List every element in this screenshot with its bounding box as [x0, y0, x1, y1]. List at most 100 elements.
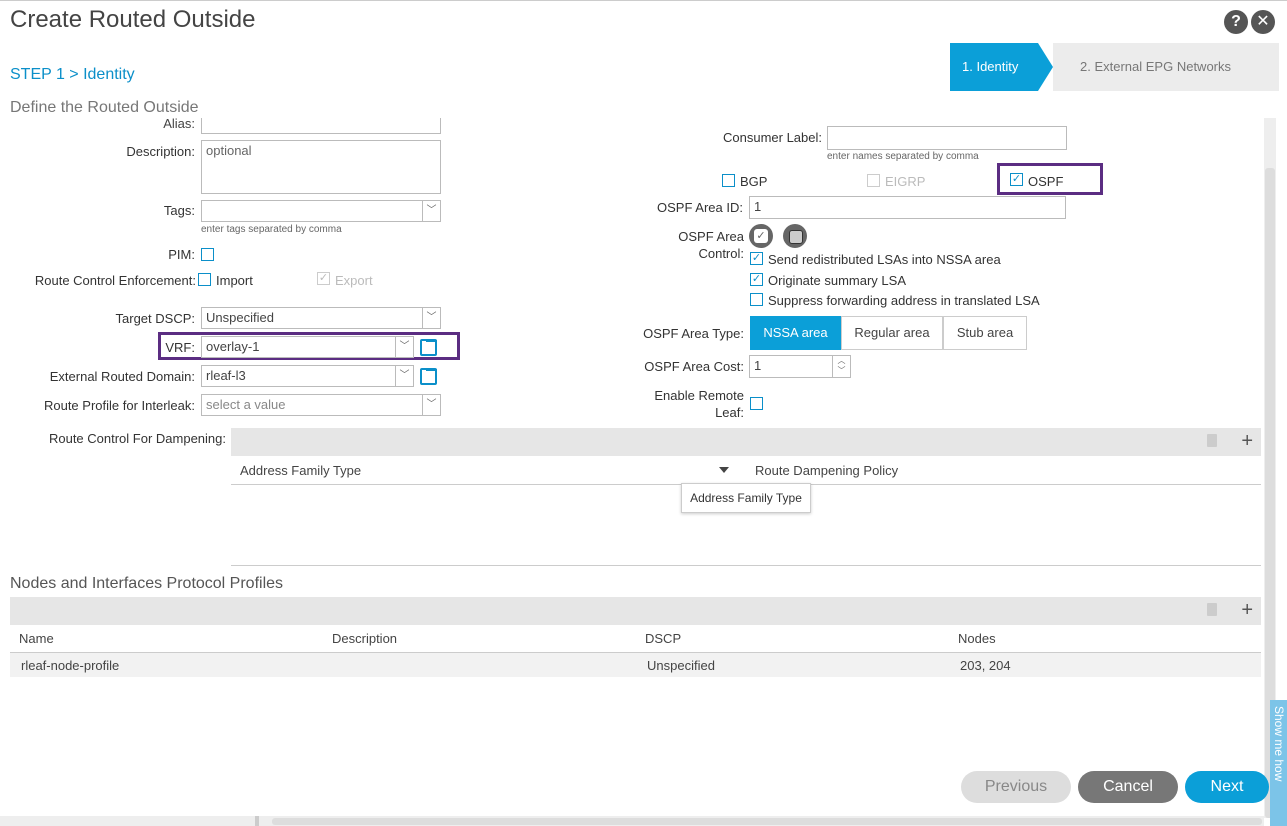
erd-select[interactable]: rleaf-l3 ﹀ — [201, 365, 414, 387]
section-subtitle: Define the Routed Outside — [10, 99, 199, 116]
form-scroll-area: Alias: — [0, 118, 1287, 818]
cancel-button[interactable]: Cancel — [1078, 771, 1178, 803]
ospf-checkbox[interactable] — [1010, 173, 1023, 186]
help-icon[interactable]: ? — [1224, 10, 1248, 34]
ctrl-suppress-fa-label: Suppress forwarding address in translate… — [768, 293, 1040, 308]
ospf-area-control-label-2: Control: — [698, 246, 744, 261]
row-dscp: Unspecified — [647, 658, 715, 673]
chevron-down-icon[interactable]: ﹀ — [422, 395, 440, 415]
wizard-tab-identity[interactable]: 1. Identity — [950, 43, 1038, 91]
top-border — [0, 0, 1287, 1]
next-button[interactable]: Next — [1185, 771, 1269, 803]
description-input[interactable]: optional — [201, 140, 441, 194]
consumer-hint: enter names separated by comma — [827, 151, 979, 162]
wizard-tab-external-epg[interactable]: 2. External EPG Networks — [1053, 43, 1279, 91]
ctrl-send-redistributed-label: Send redistributed LSAs into NSSA area — [768, 252, 1001, 267]
tags-hint: enter tags separated by comma — [201, 224, 342, 235]
ospf-label: OSPF — [1028, 174, 1064, 189]
tooltip: Address Family Type — [681, 483, 811, 513]
target-dscp-value: Unspecified — [206, 310, 274, 325]
rce-export-checkbox — [317, 272, 330, 285]
previous-button[interactable]: Previous — [961, 771, 1071, 803]
add-icon[interactable]: + — [1241, 599, 1253, 622]
ctrl-send-redistributed-checkbox[interactable] — [750, 252, 763, 265]
pim-checkbox[interactable] — [201, 248, 214, 261]
rcd-label: Route Control For Dampening: — [48, 431, 226, 446]
remote-leaf-label: Enable Remote — [654, 388, 744, 403]
ospf-area-cost-label: OSPF Area Cost: — [644, 359, 744, 374]
ospf-area-cost-value: 1 — [754, 358, 762, 373]
ospf-area-type-label: OSPF Area Type: — [643, 326, 744, 341]
open-vrf-icon[interactable] — [420, 339, 437, 356]
bgp-label: BGP — [740, 174, 768, 189]
remote-leaf-label-2: Leaf: — [715, 405, 744, 420]
area-type-regular[interactable]: Regular area — [841, 316, 943, 350]
description-label: Description: — [126, 144, 195, 159]
row-nodes: 203, 204 — [960, 658, 1011, 673]
row-name: rleaf-node-profile — [21, 658, 120, 673]
rpi-placeholder: select a value — [206, 397, 286, 412]
ospf-area-cost-input[interactable]: 1 ︿ ﹀ — [749, 355, 851, 378]
wizard-arrow — [1038, 43, 1053, 91]
chevron-down-icon[interactable]: ﹀ — [422, 308, 440, 328]
chevron-down-icon[interactable]: ﹀ — [422, 201, 440, 221]
nodes-toolbar: + — [10, 597, 1261, 625]
area-type-stub[interactable]: Stub area — [943, 316, 1027, 350]
step-label: STEP 1 > Identity — [10, 66, 135, 83]
page-title: Create Routed Outside — [10, 6, 256, 33]
rce-import-checkbox[interactable] — [198, 273, 211, 286]
remote-leaf-checkbox[interactable] — [750, 397, 763, 410]
scrollbar-thumb[interactable] — [272, 818, 1262, 825]
show-me-how-tab[interactable]: Show me how — [1270, 700, 1287, 826]
rce-label: Route Control Enforcement: — [34, 273, 196, 288]
ctrl-originate-summary-checkbox[interactable] — [750, 273, 763, 286]
stepper-icon[interactable]: ︿ ﹀ — [832, 356, 850, 377]
col-description[interactable]: Description — [332, 631, 397, 646]
trash-icon[interactable] — [1207, 434, 1217, 447]
splitter-handle[interactable] — [255, 816, 259, 826]
vrf-value: overlay-1 — [206, 339, 260, 354]
tags-label: Tags: — [163, 203, 195, 218]
ospf-area-control-label: OSPF Area — [678, 229, 744, 244]
show-me-how-label: Show me how — [1272, 706, 1286, 782]
col-dscp[interactable]: DSCP — [645, 631, 681, 646]
rce-import-label: Import — [216, 273, 253, 288]
rpi-label: Route Profile for Interleak: — [43, 398, 195, 413]
horizontal-scrollbar[interactable] — [0, 816, 1264, 826]
target-dscp-select[interactable]: Unspecified ﹀ — [201, 307, 441, 329]
consumer-input[interactable] — [827, 126, 1067, 150]
divider — [231, 565, 1261, 566]
close-icon[interactable]: ✕ — [1251, 10, 1275, 34]
eigrp-checkbox — [867, 174, 880, 187]
col-nodes[interactable]: Nodes — [958, 631, 996, 646]
col-address-family[interactable]: Address Family Type — [240, 463, 361, 478]
deselect-all-icon[interactable] — [783, 224, 807, 248]
add-icon[interactable]: + — [1241, 430, 1253, 453]
nodes-section-title: Nodes and Interfaces Protocol Profiles — [10, 575, 284, 592]
alias-input[interactable] — [201, 118, 441, 134]
erd-value: rleaf-l3 — [206, 368, 246, 383]
dampening-toolbar: + — [231, 428, 1261, 456]
rpi-select[interactable]: select a value ﹀ — [201, 394, 441, 416]
tags-input[interactable]: ﹀ — [201, 200, 441, 222]
target-dscp-label: Target DSCP: — [115, 311, 195, 326]
area-type-nssa[interactable]: NSSA area — [750, 316, 841, 350]
sort-down-icon[interactable] — [719, 467, 729, 473]
ospf-area-id-input[interactable]: 1 — [749, 196, 1066, 219]
ctrl-originate-summary-label: Originate summary LSA — [768, 273, 906, 288]
bgp-checkbox[interactable] — [722, 174, 735, 187]
vrf-select[interactable]: overlay-1 ﹀ — [201, 336, 414, 358]
col-name[interactable]: Name — [19, 631, 54, 646]
table-row[interactable]: rleaf-node-profile Unspecified 203, 204 — [10, 653, 1261, 677]
chevron-down-icon[interactable]: ﹀ — [395, 337, 413, 357]
select-all-icon[interactable] — [749, 224, 773, 248]
ctrl-suppress-fa-checkbox[interactable] — [750, 293, 763, 306]
ospf-area-id-label: OSPF Area ID: — [657, 200, 743, 215]
chevron-down-icon[interactable]: ﹀ — [395, 366, 413, 386]
vrf-label: VRF: — [165, 340, 195, 355]
open-domain-icon[interactable] — [420, 368, 437, 385]
col-route-dampening[interactable]: Route Dampening Policy — [755, 463, 898, 478]
trash-icon[interactable] — [1207, 603, 1217, 616]
alias-label: Alias: — [163, 118, 195, 131]
consumer-label: Consumer Label: — [723, 130, 822, 145]
